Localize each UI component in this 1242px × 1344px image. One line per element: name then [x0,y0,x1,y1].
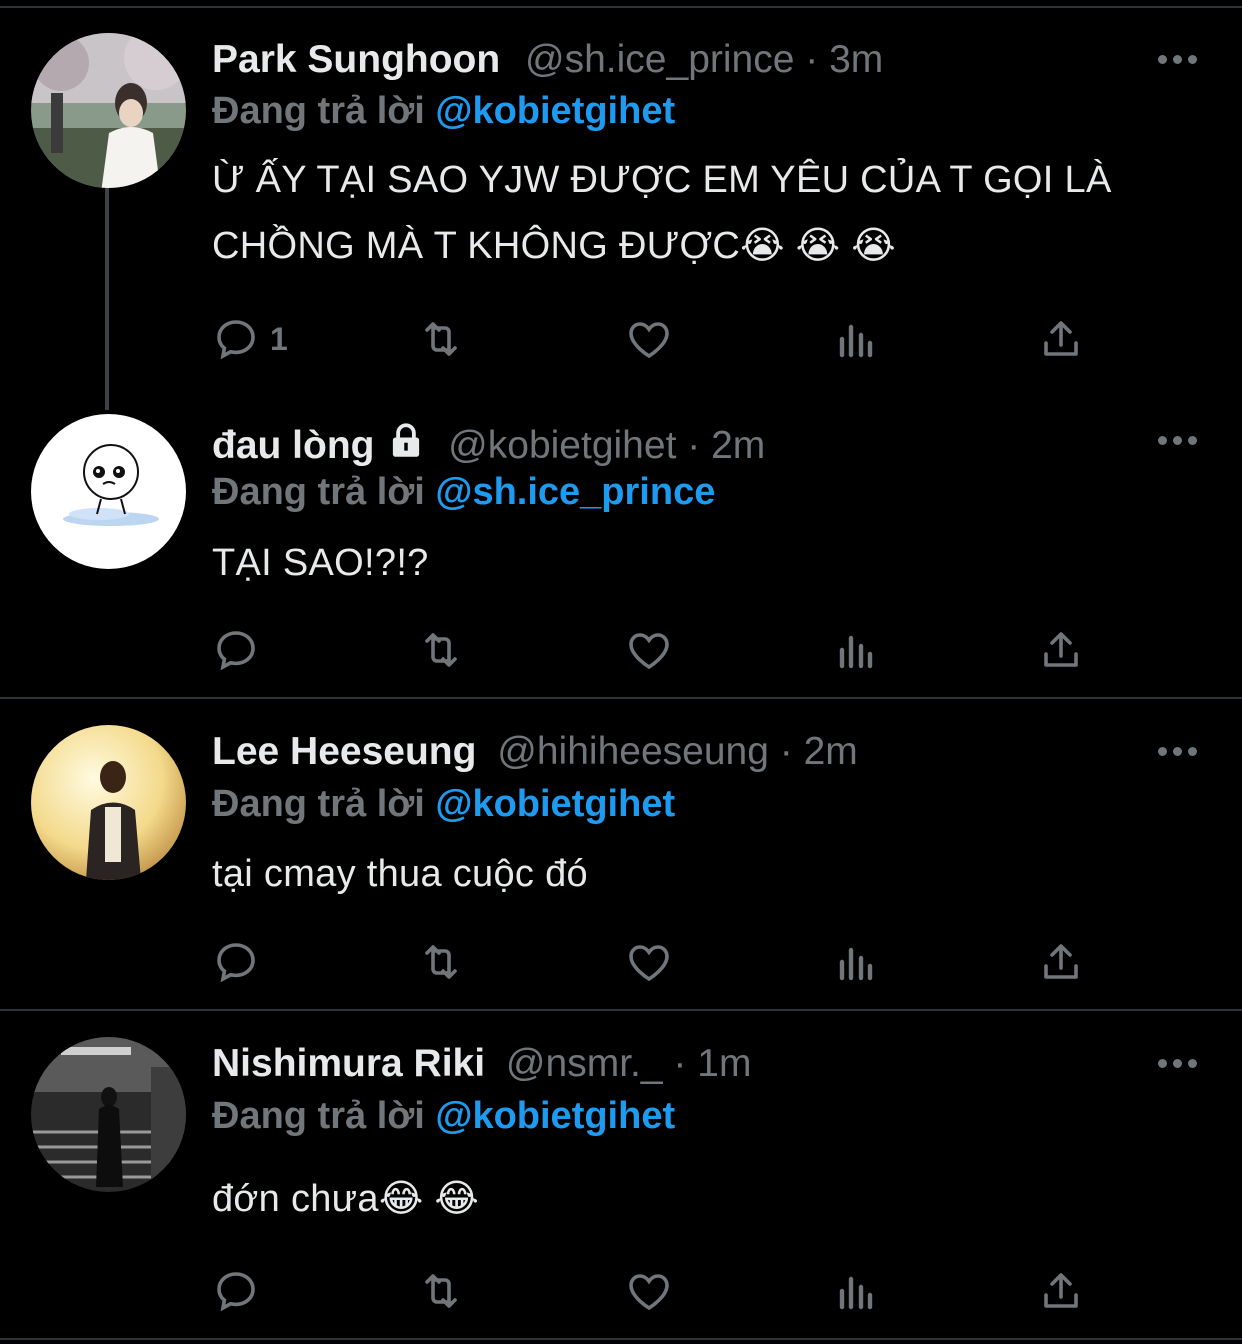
retweet-icon [425,633,457,667]
heart-icon [629,322,669,359]
analytics-button[interactable] [832,1266,880,1316]
tweet-text: TẠI SAO!?!? [212,542,429,584]
timestamp[interactable]: 1m [697,1042,751,1085]
tweet-text: đớn chưa😂 😂 [212,1178,480,1220]
share-button[interactable] [1037,314,1085,364]
tweet-header: Nishimura Riki @nsmr._ · 1m [212,1040,751,1088]
share-button[interactable] [1037,625,1085,675]
bar-chart-icon [839,324,873,358]
more-dots-icon[interactable] [1158,747,1200,759]
replying-to: Đang trả lời @kobietgihet [212,1092,675,1140]
timestamp[interactable]: 2m [711,424,765,467]
reply-mention[interactable]: @kobietgihet [435,783,675,825]
reply-button[interactable]: 1 [212,314,288,364]
reply-count: 1 [270,320,288,357]
like-button[interactable] [625,314,673,364]
like-button[interactable] [625,937,673,987]
handle[interactable]: @sh.ice_prince [525,38,794,81]
retweet-button[interactable] [417,625,465,675]
like-button[interactable] [625,1266,673,1316]
retweet-icon [425,945,457,979]
retweet-button[interactable] [417,937,465,987]
replying-to: Đang trả lời @sh.ice_prince [212,468,715,516]
top-divider [0,6,1242,8]
speech-bubble-icon [217,320,255,360]
analytics-button[interactable] [832,314,880,364]
replying-to: Đang trả lời @kobietgihet [212,87,675,135]
heart-icon [629,1274,669,1311]
share-icon [1044,632,1078,667]
thread-line [105,188,109,410]
analytics-button[interactable] [832,937,880,987]
tweet-header: đau lòng @kobietgihet · 2m [212,420,765,470]
share-button[interactable] [1037,937,1085,987]
reply-mention[interactable]: @kobietgihet [435,90,675,132]
replying-to: Đang trả lời @kobietgihet [212,780,675,828]
lock-icon [393,423,420,457]
speech-bubble-icon [217,1272,255,1312]
separator-dot: · [687,424,701,467]
reply-button[interactable] [212,1266,270,1316]
analytics-button[interactable] [832,625,880,675]
timestamp[interactable]: 2m [804,730,858,773]
speech-bubble-icon [217,631,255,671]
display-name[interactable]: Park Sunghoon [212,38,500,81]
bar-chart-icon [839,635,873,669]
retweet-icon [425,1274,457,1308]
avatar-lee-heeseung[interactable] [31,725,186,880]
handle[interactable]: @kobietgihet [448,424,676,467]
separator-dot: · [673,1042,687,1085]
heart-icon [629,633,669,670]
reply-button[interactable] [212,937,270,987]
tweet-text: tại cmay thua cuộc đó [212,853,588,895]
reply-mention[interactable]: @kobietgihet [435,1095,675,1137]
tweet-header: Lee Heeseung @hihiheeseung · 2m [212,728,858,776]
retweet-button[interactable] [417,1266,465,1316]
action-bar [212,937,1112,987]
like-button[interactable] [625,625,673,675]
share-icon [1044,1273,1078,1308]
speech-bubble-icon [217,943,255,983]
reply-prefix: Đang trả lời [212,90,425,132]
more-dots-icon[interactable] [1158,1059,1200,1071]
action-bar [212,1266,1112,1316]
timestamp[interactable]: 3m [829,38,883,81]
separator-dot: · [779,730,793,773]
bottom-divider [0,1338,1242,1340]
avatar-nishimura-riki[interactable] [31,1037,186,1192]
action-bar: 1 [212,314,1112,364]
retweet-button[interactable] [417,314,465,364]
reply-prefix: Đang trả lời [212,783,425,825]
display-name[interactable]: đau lòng [212,424,374,467]
reply-prefix: Đang trả lời [212,471,425,513]
avatar-dau-long[interactable] [31,414,186,569]
tweet-divider [0,697,1242,699]
tweet-divider [0,1009,1242,1011]
share-icon [1044,321,1078,356]
action-bar [212,625,1112,675]
display-name[interactable]: Lee Heeseung [212,730,476,773]
more-dots-icon[interactable] [1158,55,1200,67]
display-name[interactable]: Nishimura Riki [212,1042,485,1085]
separator-dot: · [805,38,819,81]
handle[interactable]: @hihiheeseung [497,730,769,773]
more-dots-icon[interactable] [1158,436,1200,448]
retweet-icon [425,322,457,356]
share-button[interactable] [1037,1266,1085,1316]
bar-chart-icon [839,947,873,981]
share-icon [1044,944,1078,979]
avatar-park-sunghoon[interactable] [31,33,186,188]
bar-chart-icon [839,1276,873,1310]
handle[interactable]: @nsmr._ [506,1042,663,1085]
heart-icon [629,945,669,982]
tweet-text: Ừ ẤY TẠI SAO YJW ĐƯỢC EM YÊU CỦA T GỌI L… [212,159,1112,267]
reply-prefix: Đang trả lời [212,1095,425,1137]
reply-mention[interactable]: @sh.ice_prince [435,471,715,513]
tweet-header: Park Sunghoon @sh.ice_prince · 3m [212,36,883,84]
reply-button[interactable] [212,625,270,675]
